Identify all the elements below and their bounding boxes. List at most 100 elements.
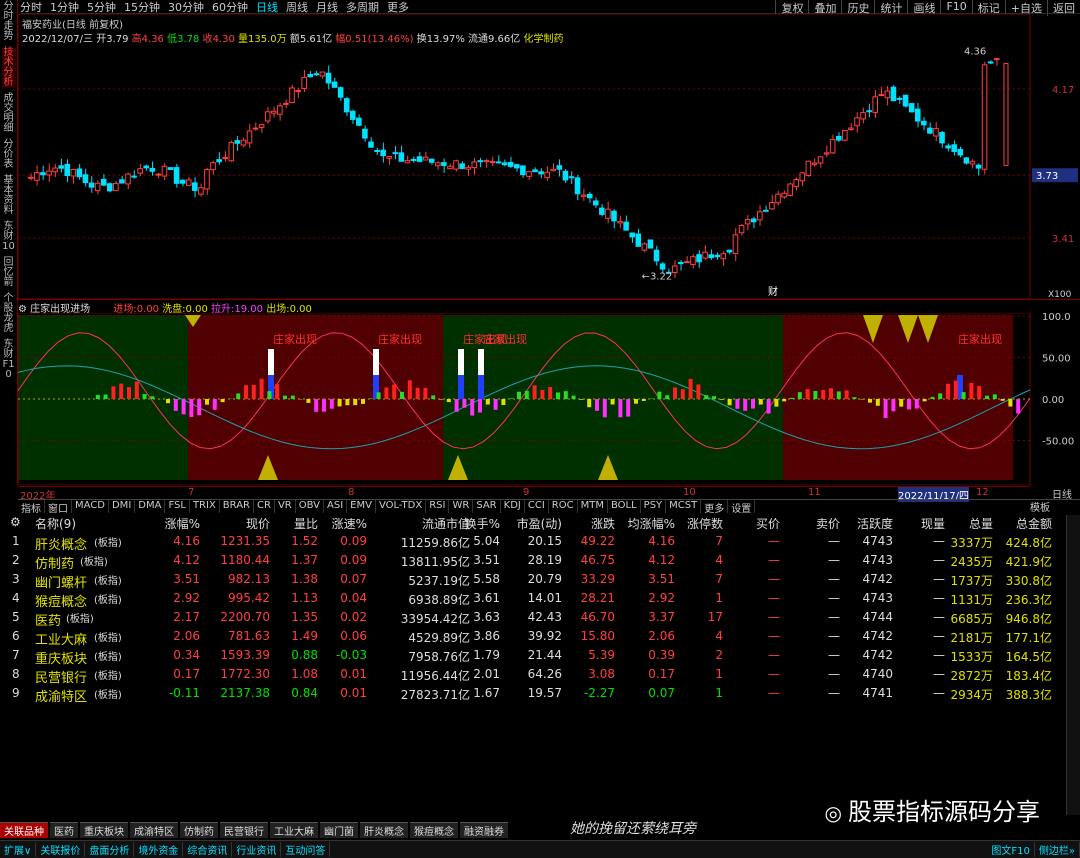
- side-tab-4[interactable]: 基本资料: [2, 176, 16, 216]
- indicator-tab-0[interactable]: 指标: [18, 500, 45, 515]
- col-header-9[interactable]: 均涨幅%: [628, 515, 675, 532]
- status-item-6[interactable]: 互动问答: [281, 842, 331, 857]
- row-name[interactable]: 仿制药: [35, 553, 74, 572]
- table-row[interactable]: 9 成渝特区 (板指) -0.11 2137.38 0.84 0.01 27823.71亿 1.…: [0, 686, 1066, 705]
- side-tab-5[interactable]: 东财10: [2, 222, 16, 252]
- col-header-13[interactable]: 活跃度: [857, 515, 893, 532]
- col-header-10[interactable]: 涨停数: [687, 515, 723, 532]
- indicator-chart[interactable]: 100.0 50.00 0.00 -50.00 庄家出现 庄家出现 庄家出现 庄家出现 庄家出现: [17, 312, 1080, 486]
- col-header-8[interactable]: 涨跌: [591, 515, 615, 532]
- block-tab-9[interactable]: 猴痘概念: [410, 822, 458, 838]
- indicator-tab-20[interactable]: MTM: [578, 500, 608, 513]
- table-row[interactable]: 7 重庆板块 (板指) 0.34 1593.39 0.88 -0.03 7958.76亿 1.7…: [0, 648, 1066, 667]
- col-header-1[interactable]: 涨幅%: [165, 515, 200, 532]
- row-name[interactable]: 幽门螺杆: [35, 572, 87, 591]
- side-tab-3[interactable]: 分价表: [2, 140, 16, 170]
- period-tab-9[interactable]: 多周期: [346, 1, 379, 14]
- indicator-tab-23[interactable]: MCST: [666, 500, 702, 513]
- period-tab-4[interactable]: 30分钟: [168, 1, 204, 14]
- row-name[interactable]: 猴痘概念: [35, 591, 87, 610]
- period-tab-3[interactable]: 15分钟: [124, 1, 160, 14]
- col-header-0[interactable]: 名称(9): [35, 515, 76, 532]
- side-tab-7[interactable]: 个股龙虎: [2, 294, 16, 334]
- indicator-tab-2[interactable]: MACD: [72, 500, 109, 513]
- col-header-12[interactable]: 卖价: [816, 515, 840, 532]
- col-header-2[interactable]: 现价: [246, 515, 270, 532]
- period-tab-2[interactable]: 5分钟: [87, 1, 116, 14]
- indicator-tab-24[interactable]: 更多: [701, 500, 729, 515]
- indicator-tab-4[interactable]: DMA: [135, 500, 166, 513]
- period-tab-0[interactable]: 分时: [20, 1, 42, 14]
- block-tab-5[interactable]: 民营银行: [220, 822, 268, 838]
- row-name[interactable]: 成渝特区: [35, 686, 87, 705]
- block-tab-3[interactable]: 成渝特区: [130, 822, 178, 838]
- row-name[interactable]: 医药: [35, 610, 61, 629]
- col-header-3[interactable]: 量比: [294, 515, 318, 532]
- table-row[interactable]: 3 幽门螺杆 (板指) 3.51 982.13 1.38 0.07 5237.19亿 5.58 2…: [0, 572, 1066, 591]
- table-row[interactable]: 4 猴痘概念 (板指) 2.92 995.42 1.13 0.04 6938.89亿 3.61 1…: [0, 591, 1066, 610]
- table-row[interactable]: 2 仿制药 (板指) 4.12 1180.44 1.37 0.09 13811.95亿 3.51…: [0, 553, 1066, 572]
- table-row[interactable]: 5 医药 (板指) 2.17 2200.70 1.35 0.02 33954.42亿 3.63 4…: [0, 610, 1066, 629]
- indicator-tab-5[interactable]: FSL: [165, 500, 190, 513]
- indicator-tab-25[interactable]: 设置: [728, 500, 756, 515]
- indicator-tab-11[interactable]: ASI: [324, 500, 348, 513]
- col-header-7[interactable]: 市盈(动): [517, 515, 562, 532]
- block-tab-0[interactable]: 关联品种: [0, 822, 48, 838]
- indicator-tab-7[interactable]: BRAR: [220, 500, 254, 513]
- col-header-16[interactable]: 总金额: [1016, 515, 1052, 532]
- period-tab-10[interactable]: 更多: [387, 1, 409, 14]
- table-row[interactable]: 1 肝炎概念 (板指) 4.16 1231.35 1.52 0.09 11259.86亿 5.0…: [0, 534, 1066, 553]
- side-tab-1[interactable]: 技术分析: [1, 48, 16, 88]
- indicator-tab-15[interactable]: WR: [449, 500, 474, 513]
- settings-gear-icon[interactable]: ⚙: [10, 515, 21, 529]
- block-tab-4[interactable]: 仿制药: [180, 822, 218, 838]
- status-right-item-1[interactable]: 侧边栏»: [1035, 842, 1080, 857]
- indicator-tab-13[interactable]: VOL-TDX: [376, 500, 427, 513]
- block-tab-10[interactable]: 融资融券: [460, 822, 508, 838]
- row-name[interactable]: 重庆板块: [35, 648, 87, 667]
- block-tab-1[interactable]: 医药: [50, 822, 78, 838]
- indicator-tab-3[interactable]: DMI: [109, 500, 136, 513]
- period-tab-5[interactable]: 60分钟: [212, 1, 248, 14]
- status-item-2[interactable]: 盘面分析: [85, 842, 135, 857]
- indicator-tab-14[interactable]: RSI: [426, 500, 450, 513]
- indicator-tab-12[interactable]: EMV: [347, 500, 376, 513]
- indicator-tab-6[interactable]: TRIX: [190, 500, 220, 513]
- row-name[interactable]: 民营银行: [35, 667, 87, 686]
- col-header-6[interactable]: 换手%: [465, 515, 500, 532]
- indicator-tab-9[interactable]: VR: [275, 500, 296, 513]
- indicator-tab-1[interactable]: 窗口: [45, 500, 72, 515]
- col-header-14[interactable]: 现量: [921, 515, 945, 532]
- side-tab-2[interactable]: 成交明细: [2, 94, 16, 134]
- row-name[interactable]: 肝炎概念: [35, 534, 87, 553]
- col-header-11[interactable]: 买价: [756, 515, 780, 532]
- status-right-item-0[interactable]: 图文F10: [987, 842, 1035, 857]
- main-kline-chart[interactable]: 4.173.733.413.73X1004.36←3.22财 福安药业(日线 前…: [17, 13, 1080, 300]
- side-tab-0[interactable]: 分时走势: [2, 2, 16, 42]
- indicator-tab-19[interactable]: ROC: [549, 500, 578, 513]
- status-item-0[interactable]: 扩展∨: [0, 842, 37, 857]
- indicator-tab-10[interactable]: OBV: [296, 500, 324, 513]
- period-tab-1[interactable]: 1分钟: [50, 1, 79, 14]
- block-tab-6[interactable]: 工业大麻: [270, 822, 318, 838]
- status-item-1[interactable]: 关联报价: [36, 842, 86, 857]
- indicator-tab-22[interactable]: PSY: [641, 500, 667, 513]
- status-item-4[interactable]: 综合资讯: [183, 842, 233, 857]
- col-header-15[interactable]: 总量: [969, 515, 993, 532]
- indicator-tab-16[interactable]: SAR: [473, 500, 501, 513]
- status-item-5[interactable]: 行业资讯: [232, 842, 282, 857]
- period-tab-7[interactable]: 周线: [286, 1, 308, 14]
- template-button[interactable]: 模板: [1030, 499, 1050, 514]
- col-header-5[interactable]: 流通市值: [422, 515, 470, 532]
- indicator-tab-17[interactable]: KDJ: [501, 500, 525, 513]
- table-row[interactable]: 6 工业大麻 (板指) 2.06 781.63 1.49 0.06 4529.89亿 3.86 3…: [0, 629, 1066, 648]
- side-tab-6[interactable]: 回忆箭: [2, 258, 16, 288]
- col-header-4[interactable]: 涨速%: [332, 515, 367, 532]
- block-tab-8[interactable]: 肝炎概念: [360, 822, 408, 838]
- indicator-tab-21[interactable]: BOLL: [608, 500, 641, 513]
- period-tab-6[interactable]: 日线: [256, 1, 278, 14]
- status-item-3[interactable]: 境外资金: [134, 842, 184, 857]
- block-tab-2[interactable]: 重庆板块: [80, 822, 128, 838]
- period-tab-8[interactable]: 月线: [316, 1, 338, 14]
- row-name[interactable]: 工业大麻: [35, 629, 87, 648]
